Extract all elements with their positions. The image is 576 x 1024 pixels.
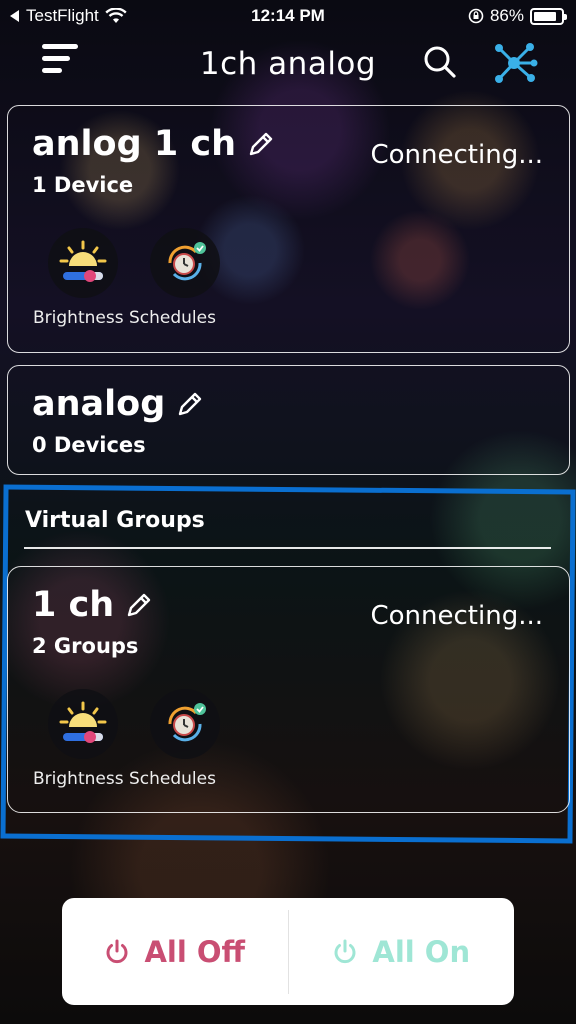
group-name: analog — [32, 384, 166, 424]
power-control-bar: All Off All On — [62, 898, 514, 1005]
edit-pencil-icon[interactable] — [175, 389, 205, 419]
virtual-groups-heading: Virtual Groups — [25, 508, 205, 533]
group-name: anlog 1 ch — [32, 124, 237, 164]
brightness-sun-slider-icon — [59, 240, 107, 282]
app-header: 1ch analog — [0, 38, 576, 98]
battery-icon — [530, 7, 567, 25]
edit-pencil-icon[interactable] — [124, 590, 154, 620]
power-icon — [106, 939, 128, 963]
schedules-button[interactable] — [150, 228, 220, 298]
brightness-sun-slider-icon — [59, 701, 107, 743]
all-on-label: All On — [372, 934, 471, 969]
device-count: 0 Devices — [32, 433, 146, 457]
brightness-button[interactable] — [48, 689, 118, 759]
all-on-button[interactable]: All On — [289, 898, 515, 1005]
feature-labels: Brightness Schedules — [33, 769, 216, 789]
virtual-group-card-1-ch[interactable]: 1 ch 2 Groups Connecting... Brightness S… — [7, 566, 570, 813]
edit-pencil-icon[interactable] — [246, 129, 276, 159]
connection-status: Connecting... — [370, 601, 543, 631]
feature-labels: Brightness Schedules — [33, 308, 216, 328]
group-count: 2 Groups — [32, 634, 139, 658]
group-card-analog[interactable]: analog 0 Devices — [7, 365, 570, 475]
search-icon — [424, 46, 456, 78]
schedule-clock-icon — [168, 703, 206, 742]
section-divider — [24, 547, 551, 549]
device-count: 1 Device — [32, 173, 134, 197]
power-icon — [334, 939, 356, 963]
network-icon — [495, 43, 538, 83]
schedule-clock-icon — [168, 242, 206, 281]
group-card-anlog-1-ch[interactable]: anlog 1 ch 1 Device Connecting... Bright… — [7, 105, 570, 353]
schedules-button[interactable] — [150, 689, 220, 759]
search-button[interactable] — [422, 44, 458, 80]
brightness-button[interactable] — [48, 228, 118, 298]
virtual-group-name: 1 ch — [32, 585, 115, 625]
status-bar: TestFlight 12:14 PM 86% — [0, 0, 576, 34]
connection-status: Connecting... — [370, 140, 543, 170]
all-off-button[interactable]: All Off — [62, 898, 288, 1005]
rotation-lock-icon — [468, 8, 484, 24]
all-off-label: All Off — [144, 934, 246, 969]
battery-percent: 86% — [489, 6, 524, 25]
network-button[interactable] — [490, 40, 538, 86]
